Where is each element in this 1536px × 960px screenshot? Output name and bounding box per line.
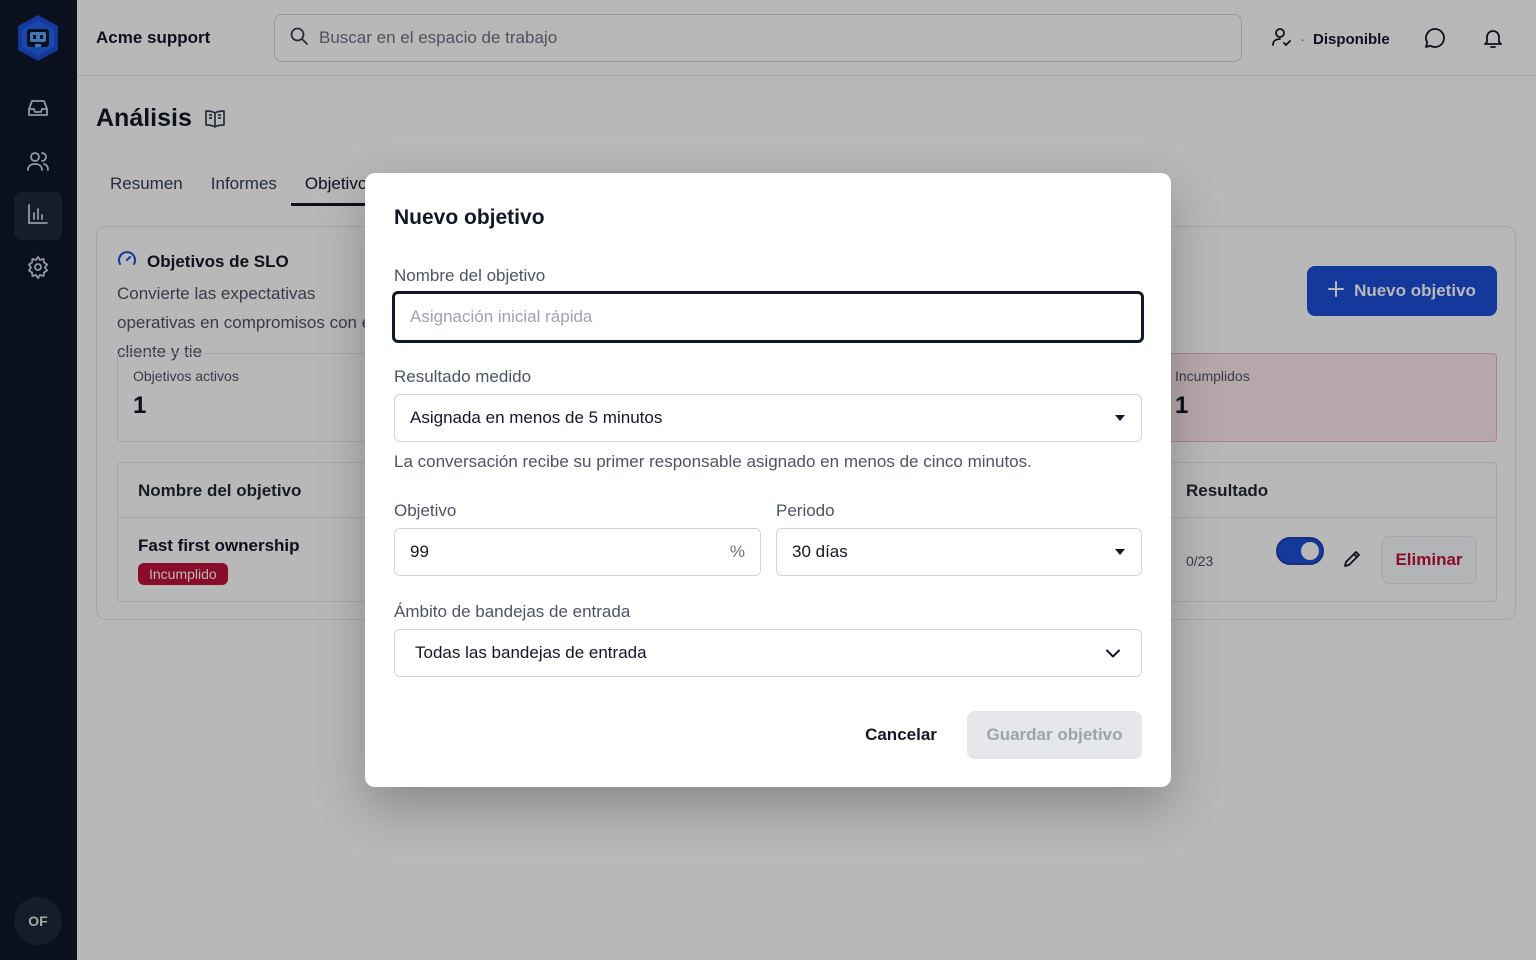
- target-input[interactable]: 99 %: [394, 528, 761, 576]
- cancel-button[interactable]: Cancelar: [851, 711, 951, 759]
- outcome-select[interactable]: Asignada en menos de 5 minutos: [394, 394, 1142, 442]
- goal-name-placeholder: Asignación inicial rápida: [410, 307, 593, 326]
- target-value: 99: [410, 542, 429, 561]
- outcome-label: Resultado medido: [394, 367, 532, 386]
- new-goal-dialog: Nuevo objetivo Nombre del objetivo Asign…: [365, 173, 1171, 787]
- percent-suffix: %: [729, 542, 745, 561]
- target-label: Objetivo: [394, 501, 457, 520]
- caret-down-icon: [1114, 414, 1126, 422]
- save-goal-button[interactable]: Guardar objetivo: [967, 711, 1142, 759]
- chevron-down-icon: [1106, 649, 1120, 658]
- outcome-value: Asignada en menos de 5 minutos: [410, 408, 663, 427]
- scope-value: Todas las bandejas de entrada: [415, 643, 647, 662]
- scope-select[interactable]: Todas las bandejas de entrada: [394, 629, 1142, 677]
- caret-down-icon: [1114, 548, 1126, 556]
- period-label: Periodo: [776, 501, 835, 520]
- period-select[interactable]: 30 días: [776, 528, 1142, 576]
- period-value: 30 días: [792, 542, 848, 561]
- goal-name-field[interactable]: Asignación inicial rápida: [392, 291, 1144, 343]
- scope-label: Ámbito de bandejas de entrada: [394, 602, 631, 621]
- outcome-help-text: La conversación recibe su primer respons…: [394, 452, 1032, 471]
- goal-name-label: Nombre del objetivo: [394, 266, 546, 285]
- dialog-title: Nuevo objetivo: [394, 206, 545, 229]
